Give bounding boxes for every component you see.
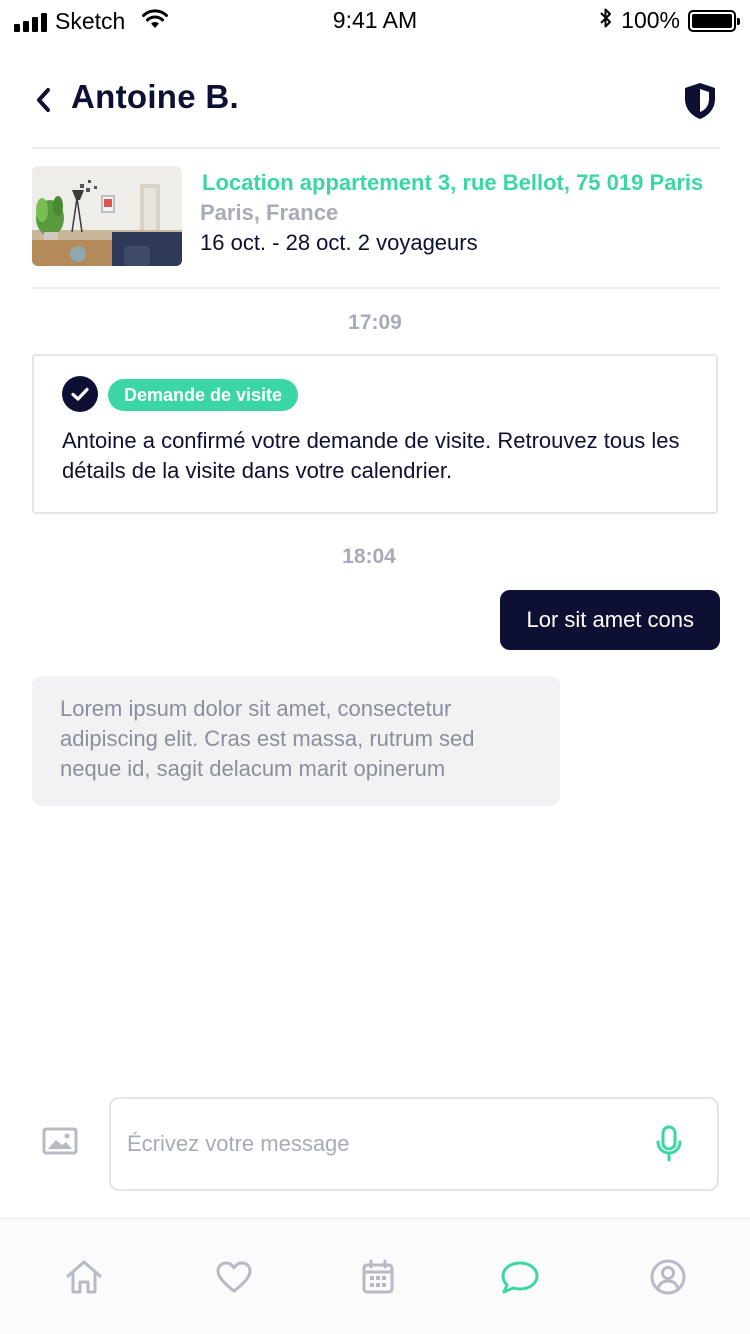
listing-divider [32,287,720,289]
shield-icon [685,83,715,119]
heart-icon [216,1261,252,1293]
battery-icon [688,9,740,32]
chevron-left-icon [37,88,50,112]
header-divider [32,147,720,149]
message-composer [109,1097,719,1191]
tab-profile[interactable] [646,1255,690,1299]
bluetooth-icon [599,7,613,34]
message-input[interactable] [127,1099,627,1189]
battery-percentage: 100% [621,7,680,33]
microphone-icon [656,1125,682,1162]
calendar-icon [362,1259,394,1294]
incoming-message-bubble: Lorem ipsum dolor sit amet, consectetur … [32,676,560,806]
message-timestamp: 18:04 [342,545,396,568]
home-icon [66,1260,102,1294]
visit-request-badge: Demande de visite [108,379,299,411]
attach-image-button[interactable] [40,1124,80,1158]
listing-title[interactable]: Location appartement 3, rue Bellot, 75 0… [202,170,720,196]
tab-home[interactable] [62,1255,106,1299]
contact-name: Antoine B. [71,78,239,115]
listing-summary[interactable]: Location appartement 3, rue Bellot, 75 0… [32,166,720,268]
battery-level [692,13,732,28]
listing-dates: 16 oct. - 28 oct. 2 voyageurs [200,230,478,255]
visit-confirmation-card: Demande de visite Antoine a confirmé vot… [32,354,718,514]
notification-text: Antoine a confirmé votre demande de visi… [62,428,680,483]
profile-icon [650,1259,686,1295]
chat-icon [501,1261,539,1294]
tab-bar [0,1217,750,1334]
listing-location: Paris, France [200,200,339,225]
tab-messages[interactable] [498,1255,542,1299]
tab-calendar[interactable] [356,1255,400,1299]
check-circle-icon [62,376,98,412]
tab-favorites[interactable] [212,1255,256,1299]
conversation-header: Antoine B. [0,70,750,134]
microphone-button[interactable] [653,1123,685,1165]
image-icon [42,1127,78,1155]
outgoing-message-bubble: Lor sit amet cons [500,590,720,650]
status-bar: Sketch 9:41 AM 100% [0,0,750,40]
safety-button[interactable] [680,80,720,122]
listing-photo [32,166,182,266]
back-button[interactable] [28,82,58,118]
message-timestamp: 17:09 [348,311,402,334]
